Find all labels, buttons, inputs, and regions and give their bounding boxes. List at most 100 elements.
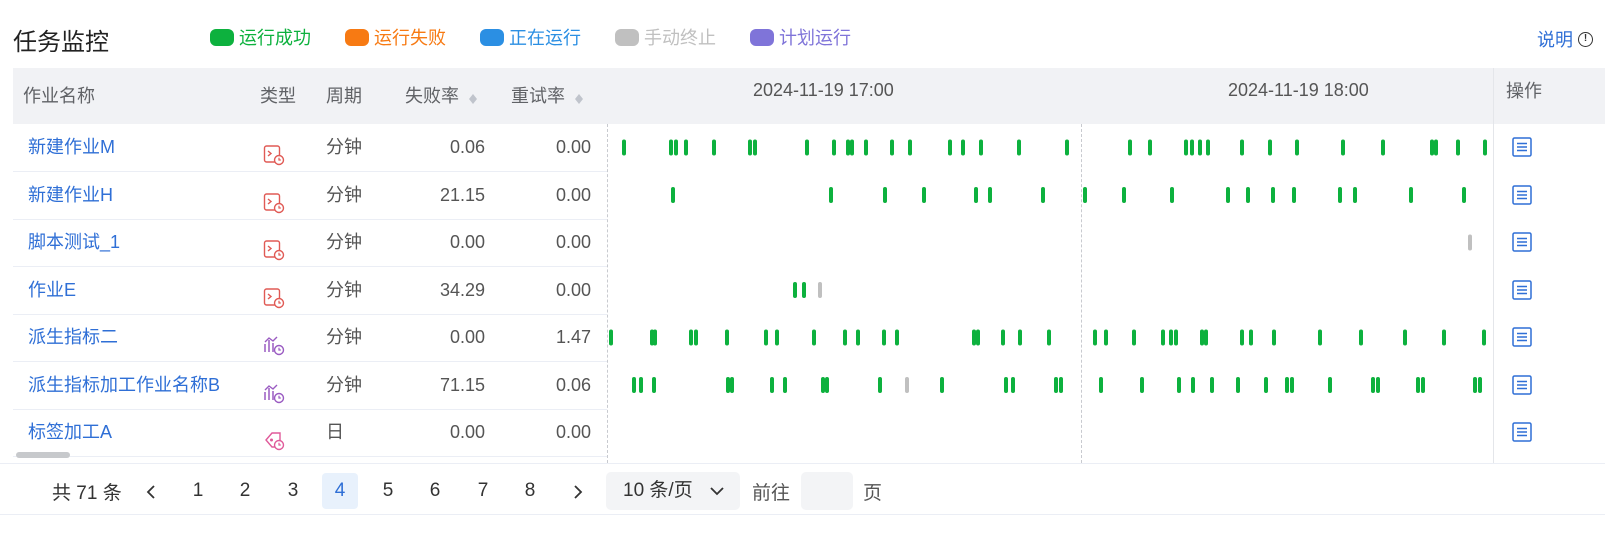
- run-success-mark[interactable]: [725, 329, 729, 346]
- run-success-mark[interactable]: [1272, 329, 1276, 346]
- run-success-mark[interactable]: [1236, 377, 1240, 393]
- job-name-link[interactable]: 标签加工A: [28, 409, 112, 457]
- job-name-link[interactable]: 派生指标加工作业名称B: [28, 362, 220, 410]
- run-success-mark[interactable]: [1341, 139, 1345, 156]
- run-success-mark[interactable]: [974, 187, 978, 203]
- run-success-mark[interactable]: [753, 139, 757, 156]
- run-success-mark[interactable]: [961, 139, 965, 156]
- run-success-mark[interactable]: [1184, 139, 1188, 156]
- run-success-mark[interactable]: [878, 377, 882, 393]
- run-success-mark[interactable]: [895, 329, 899, 346]
- page-6-button[interactable]: 6: [417, 473, 453, 509]
- run-success-mark[interactable]: [1462, 187, 1466, 203]
- run-success-mark[interactable]: [1268, 139, 1272, 156]
- header-fail-rate[interactable]: 失败率: [405, 68, 477, 124]
- run-success-mark[interactable]: [775, 329, 779, 346]
- page-7-button[interactable]: 7: [465, 473, 501, 509]
- run-success-mark[interactable]: [1264, 377, 1268, 393]
- run-success-mark[interactable]: [1191, 377, 1195, 393]
- run-success-mark[interactable]: [846, 139, 850, 156]
- run-success-mark[interactable]: [1292, 187, 1296, 203]
- run-success-mark[interactable]: [639, 377, 643, 393]
- run-success-mark[interactable]: [1240, 329, 1244, 346]
- job-name-link[interactable]: 派生指标二: [28, 314, 118, 362]
- run-success-mark[interactable]: [1128, 139, 1132, 156]
- page-5-button[interactable]: 5: [370, 473, 406, 509]
- run-success-mark[interactable]: [972, 329, 976, 346]
- run-success-mark[interactable]: [730, 377, 734, 393]
- run-success-mark[interactable]: [1170, 187, 1174, 203]
- run-success-mark[interactable]: [1104, 329, 1108, 346]
- detail-list-icon[interactable]: [1511, 184, 1533, 206]
- detail-list-icon[interactable]: [1511, 136, 1533, 158]
- run-success-mark[interactable]: [1004, 377, 1008, 393]
- run-success-mark[interactable]: [1059, 377, 1063, 393]
- run-success-mark[interactable]: [1359, 329, 1363, 346]
- run-success-mark[interactable]: [1246, 187, 1250, 203]
- run-success-mark[interactable]: [1083, 187, 1087, 203]
- run-success-mark[interactable]: [832, 139, 836, 156]
- run-success-mark[interactable]: [1473, 377, 1477, 393]
- run-success-mark[interactable]: [1430, 139, 1434, 156]
- run-success-mark[interactable]: [825, 377, 829, 393]
- run-success-mark[interactable]: [1328, 377, 1332, 393]
- run-success-mark[interactable]: [1442, 329, 1446, 346]
- run-terminated-mark[interactable]: [905, 377, 909, 393]
- prev-page-button[interactable]: [139, 473, 163, 509]
- run-success-mark[interactable]: [802, 282, 806, 298]
- run-success-mark[interactable]: [1065, 139, 1069, 156]
- run-success-mark[interactable]: [976, 329, 980, 346]
- run-success-mark[interactable]: [1047, 329, 1051, 346]
- run-success-mark[interactable]: [1122, 187, 1126, 203]
- run-success-mark[interactable]: [1249, 329, 1253, 346]
- run-success-mark[interactable]: [1318, 329, 1322, 346]
- run-success-mark[interactable]: [812, 329, 816, 346]
- run-success-mark[interactable]: [1482, 329, 1486, 346]
- run-success-mark[interactable]: [1099, 377, 1103, 393]
- page-1-button[interactable]: 1: [180, 473, 216, 509]
- goto-page-input[interactable]: [801, 472, 853, 510]
- run-success-mark[interactable]: [671, 187, 675, 203]
- run-success-mark[interactable]: [979, 139, 983, 156]
- run-success-mark[interactable]: [1161, 329, 1165, 346]
- run-success-mark[interactable]: [622, 139, 626, 156]
- run-terminated-mark[interactable]: [1468, 234, 1472, 251]
- run-success-mark[interactable]: [882, 329, 886, 346]
- page-4-button[interactable]: 4: [322, 473, 358, 509]
- run-success-mark[interactable]: [793, 282, 797, 298]
- run-success-mark[interactable]: [653, 329, 657, 346]
- run-success-mark[interactable]: [908, 139, 912, 156]
- run-success-mark[interactable]: [684, 139, 688, 156]
- detail-list-icon[interactable]: [1511, 326, 1533, 348]
- run-success-mark[interactable]: [694, 329, 698, 346]
- run-success-mark[interactable]: [674, 139, 678, 156]
- run-success-mark[interactable]: [726, 377, 730, 393]
- run-success-mark[interactable]: [856, 329, 860, 346]
- run-success-mark[interactable]: [821, 377, 825, 393]
- run-success-mark[interactable]: [1140, 377, 1144, 393]
- run-success-mark[interactable]: [1376, 377, 1380, 393]
- run-success-mark[interactable]: [632, 377, 636, 393]
- run-success-mark[interactable]: [1456, 139, 1460, 156]
- page-8-button[interactable]: 8: [512, 473, 548, 509]
- run-success-mark[interactable]: [805, 139, 809, 156]
- run-success-mark[interactable]: [890, 139, 894, 156]
- run-success-mark[interactable]: [988, 187, 992, 203]
- detail-list-icon[interactable]: [1511, 231, 1533, 253]
- run-terminated-mark[interactable]: [818, 282, 822, 298]
- run-success-mark[interactable]: [1403, 329, 1407, 346]
- run-success-mark[interactable]: [1371, 377, 1375, 393]
- run-success-mark[interactable]: [1210, 377, 1214, 393]
- job-name-link[interactable]: 新建作业M: [28, 124, 115, 172]
- detail-list-icon[interactable]: [1511, 421, 1533, 443]
- page-3-button[interactable]: 3: [275, 473, 311, 509]
- run-success-mark[interactable]: [748, 139, 752, 156]
- run-success-mark[interactable]: [1198, 139, 1202, 156]
- run-success-mark[interactable]: [843, 329, 847, 346]
- run-success-mark[interactable]: [652, 377, 656, 393]
- run-success-mark[interactable]: [1271, 187, 1275, 203]
- run-success-mark[interactable]: [1018, 329, 1022, 346]
- run-success-mark[interactable]: [1001, 329, 1005, 346]
- run-success-mark[interactable]: [948, 139, 952, 156]
- page-size-select[interactable]: 10 条/页: [606, 472, 740, 510]
